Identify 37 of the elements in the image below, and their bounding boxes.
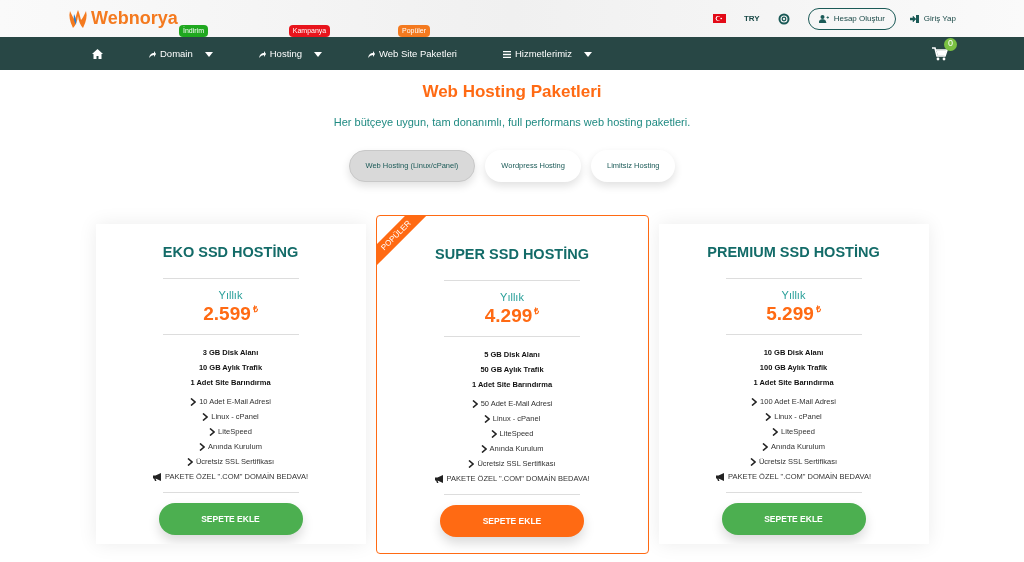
page-title: Web Hosting Paketleri	[422, 81, 602, 103]
page-subtitle: Her bütçeye uygun, tam donanımlı, full performans web hosting paketleri.	[333, 114, 691, 130]
price: 4.299	[484, 305, 533, 328]
billing-period: Yıllık	[218, 287, 243, 303]
flag-icon[interactable]	[713, 14, 726, 23]
price: 5.299	[766, 303, 814, 326]
login-link[interactable]: Giriş Yap	[909, 12, 956, 25]
cart-icon[interactable]	[932, 46, 948, 61]
megaphone-icon	[716, 472, 725, 481]
cart-count: 0	[944, 37, 957, 51]
arrow-icon	[367, 50, 375, 58]
caret-icon	[204, 51, 213, 57]
currency-symbol: ₺	[815, 303, 821, 317]
price: 2.599	[203, 303, 251, 326]
arrow-icon	[149, 50, 156, 58]
currency-symbol: ₺	[252, 303, 258, 317]
arrow-icon	[258, 50, 266, 58]
nav-link[interactable]: Hosting	[269, 46, 302, 62]
home-icon[interactable]	[92, 49, 103, 59]
nav-link[interactable]: Web Site Paketleri	[378, 46, 457, 62]
menu-icon	[502, 50, 511, 58]
caret-icon	[313, 51, 322, 57]
currency-selector[interactable]: TRY	[744, 12, 760, 25]
nav-link[interactable]: Hizmetlerimiz	[514, 46, 572, 62]
billing-period: Yıllık	[781, 287, 806, 303]
currency-symbol: ₺	[534, 305, 540, 319]
nav-link[interactable]: Domain	[160, 46, 193, 62]
billing-period: Yıllık	[500, 289, 524, 305]
caret-icon	[583, 51, 592, 57]
megaphone-icon	[153, 472, 162, 481]
plan-name: EKO SSD HOSTİNG	[162, 243, 299, 262]
plan-name: SUPER SSD HOSTİNG	[435, 245, 589, 264]
plan-name: PREMIUM SSD HOSTİNG	[707, 243, 880, 262]
login-icon	[909, 14, 919, 23]
megaphone-icon	[434, 474, 444, 483]
support-icon[interactable]	[777, 12, 790, 25]
user-plus-icon	[818, 14, 829, 23]
